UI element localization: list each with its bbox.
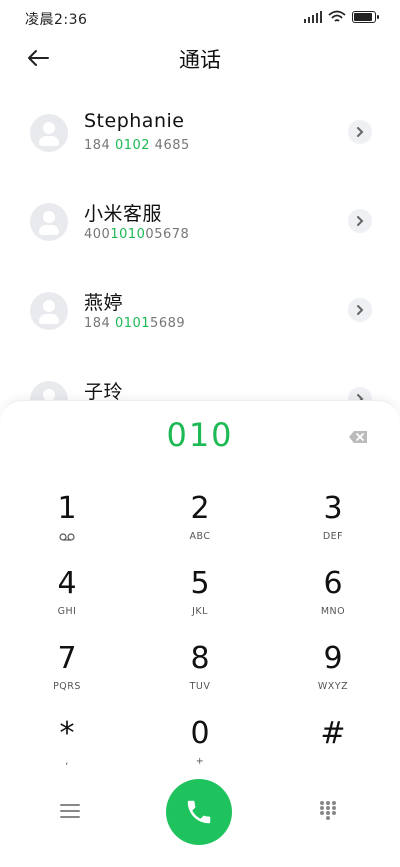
contact-row[interactable]: Stephanie 184 0102 4685 (0, 88, 400, 177)
status-time: 凌晨2:36 (25, 12, 88, 28)
number-match-highlight: 0102 (114, 138, 151, 153)
signal-icon (304, 11, 322, 23)
chevron-right-icon (357, 305, 364, 315)
status-icons (304, 10, 379, 24)
battery-icon (352, 11, 379, 23)
avatar (30, 203, 68, 241)
key-6[interactable]: 6 MNO (283, 566, 383, 630)
number-match-highlight: 1010 (110, 227, 146, 242)
key-5[interactable]: 5 JKL (150, 566, 250, 630)
contact-name: 燕婷 (84, 292, 124, 314)
key-letters: GHI (57, 606, 77, 617)
key-hash[interactable]: # (283, 716, 383, 780)
key-letters: DEF (322, 531, 344, 542)
contact-list: Stephanie 184 0102 4685 小米客服 40010100567… (0, 88, 400, 444)
contact-details-button[interactable] (348, 298, 372, 322)
key-7[interactable]: 7 PQRS (17, 641, 117, 705)
key-star[interactable]: * , (17, 716, 117, 780)
key-digit: 4 (57, 566, 77, 601)
contact-row[interactable]: 小米客服 400101005678 (0, 177, 400, 266)
key-digit: 5 (190, 566, 210, 601)
key-digit: 1 (57, 491, 77, 526)
header: 通话 (0, 36, 400, 80)
dial-number-display[interactable]: 010 (0, 416, 400, 454)
key-letters: MNO (320, 606, 346, 617)
key-2[interactable]: 2 ABC (150, 491, 250, 555)
number-match-highlight: 0101 (114, 316, 151, 331)
key-digit: 2 (190, 491, 210, 526)
voicemail-icon (59, 533, 75, 541)
key-4[interactable]: 4 GHI (17, 566, 117, 630)
contact-details-button[interactable] (348, 120, 372, 144)
key-digit: 6 (323, 566, 343, 601)
key-digit: 7 (57, 641, 77, 676)
contact-row[interactable]: 燕婷 184 01015689 (0, 266, 400, 355)
chevron-right-icon (357, 216, 364, 226)
contact-name: 小米客服 (84, 203, 163, 225)
contact-number: 400101005678 (84, 227, 190, 242)
key-digit: 3 (323, 491, 343, 526)
avatar (30, 292, 68, 330)
menu-icon (60, 804, 80, 818)
contact-details-button[interactable] (348, 209, 372, 233)
key-0[interactable]: 0 + (150, 716, 250, 780)
bottom-bar (0, 779, 400, 849)
dial-panel: 010 1 2 ABC 3 DEF 4 GHI 5 JKL 6 MNO 7 PQ… (0, 400, 400, 867)
key-letters: WXYZ (317, 681, 349, 692)
key-letters: TUV (189, 681, 211, 692)
avatar (30, 114, 68, 152)
chevron-right-icon (357, 127, 364, 137)
key-letters: ABC (189, 531, 211, 542)
backspace-button[interactable] (348, 429, 368, 443)
backspace-icon (349, 431, 367, 443)
key-8[interactable]: 8 TUV (150, 641, 250, 705)
contact-number: 184 0102 4685 (84, 138, 190, 153)
key-3[interactable]: 3 DEF (283, 491, 383, 555)
contact-name: Stephanie (84, 110, 185, 132)
wifi-icon (328, 10, 346, 22)
key-digit: 0 (190, 716, 210, 751)
call-button[interactable] (166, 779, 232, 845)
key-letters: , (65, 756, 69, 767)
dialpad-toggle-button[interactable] (320, 801, 336, 821)
key-letters: JKL (192, 606, 208, 617)
contact-number: 184 01015689 (84, 316, 186, 331)
key-letters: + (195, 756, 205, 767)
key-9[interactable]: 9 WXYZ (283, 641, 383, 705)
menu-button[interactable] (60, 804, 80, 820)
key-digit: 8 (190, 641, 210, 676)
key-digit: # (320, 716, 346, 751)
key-1[interactable]: 1 (17, 491, 117, 555)
page-title: 通话 (179, 48, 221, 72)
key-letters: PQRS (53, 681, 81, 692)
status-bar: 凌晨2:36 (0, 0, 400, 36)
key-digit: * (59, 716, 75, 751)
key-digit: 9 (323, 641, 343, 676)
phone-icon (187, 800, 211, 824)
